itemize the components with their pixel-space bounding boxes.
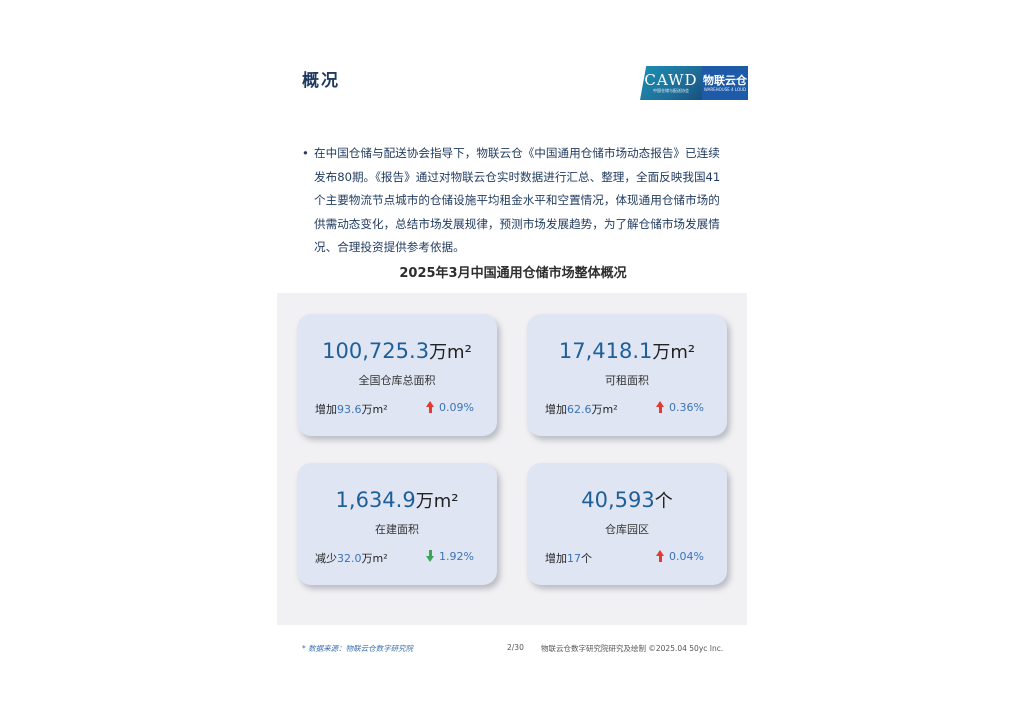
stat-percent: 0.04% [655,549,704,563]
arrow-up-icon [655,400,665,414]
change-unit: 万m² [591,403,618,416]
stat-value: 100,725.3万m² [297,338,497,366]
stat-change: 增加17个 [545,550,592,566]
change-value: 17 [567,552,581,565]
overview-panel: 100,725.3万m² 全国仓库总面积 增加93.6万m² 0.09% 17,… [277,293,747,625]
stat-card-total-area: 100,725.3万m² 全国仓库总面积 增加93.6万m² 0.09% [297,314,497,436]
stat-value: 17,418.1万m² [527,338,727,366]
change-prefix: 增加 [545,403,567,416]
stat-number: 1,634.9 [335,488,416,512]
percent-value: 0.09% [439,400,474,414]
change-value: 62.6 [567,403,592,416]
stat-value: 40,593个 [527,487,727,515]
arrow-up-icon [655,549,665,563]
stat-card-available-area: 17,418.1万m² 可租面积 增加62.6万m² 0.36% [527,314,727,436]
stat-label: 全国仓库总面积 [358,374,436,387]
arrow-up-icon [425,400,435,414]
change-value: 32.0 [337,552,362,565]
stat-change: 增加93.6万m² [315,401,388,417]
stat-percent: 0.09% [425,400,474,414]
wulian-logo-text: 物联云仓 [703,73,747,87]
percent-value: 0.04% [669,549,704,563]
cawd-logo-mark: CAWD 中国仓储与配送协会 [640,66,702,100]
stat-card-construction-area: 1,634.9万m² 在建面积 减少32.0万m² 1.92% [297,463,497,585]
stat-label: 仓库园区 [605,523,649,536]
stat-unit: 个 [654,491,673,512]
change-unit: 万m² [361,403,388,416]
stat-value: 1,634.9万m² [297,487,497,515]
intro-paragraph: • 在中国仓储与配送协会指导下，物联云仓《中国通用仓储市场动态报告》已连续发布8… [302,142,722,260]
footer-source: * 数据来源：物联云仓数字研究院 [302,644,414,653]
change-prefix: 减少 [315,552,337,565]
stat-percent: 0.36% [655,400,704,414]
arrow-down-icon [425,549,435,563]
change-value: 93.6 [337,403,362,416]
stat-label: 在建面积 [375,523,419,536]
percent-value: 1.92% [439,549,474,563]
stat-number: 100,725.3 [322,339,430,363]
change-prefix: 增加 [315,403,337,416]
stat-change: 减少32.0万m² [315,550,388,566]
page-title: 概况 [302,71,340,91]
stat-change: 增加62.6万m² [545,401,618,417]
cawd-logo: CAWD 中国仓储与配送协会 物联云仓 WAREHOUSE 4 LOUD [640,66,748,100]
stat-number: 40,593 [581,488,655,512]
footer-organization: 物联云仓数字研究院研究及绘制 ©2025.04 50yc Inc. [541,644,724,653]
bullet-icon: • [302,146,309,160]
stat-number: 17,418.1 [558,339,653,363]
wulian-logo-subtext: WAREHOUSE 4 LOUD [703,86,747,92]
percent-value: 0.36% [669,400,704,414]
stat-unit: 万m² [429,342,472,363]
stat-unit: 万m² [652,342,696,363]
cawd-logo-subtext: 中国仓储与配送协会 [653,88,689,93]
intro-text: 在中国仓储与配送协会指导下，物联云仓《中国通用仓储市场动态报告》已连续发布80期… [314,146,721,254]
stat-label: 可租面积 [605,374,649,387]
stat-percent: 1.92% [425,549,474,563]
change-unit: 万m² [361,552,388,565]
wulian-logo-mark: 物联云仓 WAREHOUSE 4 LOUD [702,66,748,100]
stat-unit: 万m² [415,491,459,512]
cawd-logo-text: CAWD [644,71,698,89]
change-prefix: 增加 [545,552,567,565]
change-unit: 个 [581,552,592,565]
stat-card-warehouse-parks: 40,593个 仓库园区 增加17个 0.04% [527,463,727,585]
footer-page-number: 2/30 [507,643,524,652]
section-title: 2025年3月中国通用仓储市场整体概况 [399,266,627,281]
